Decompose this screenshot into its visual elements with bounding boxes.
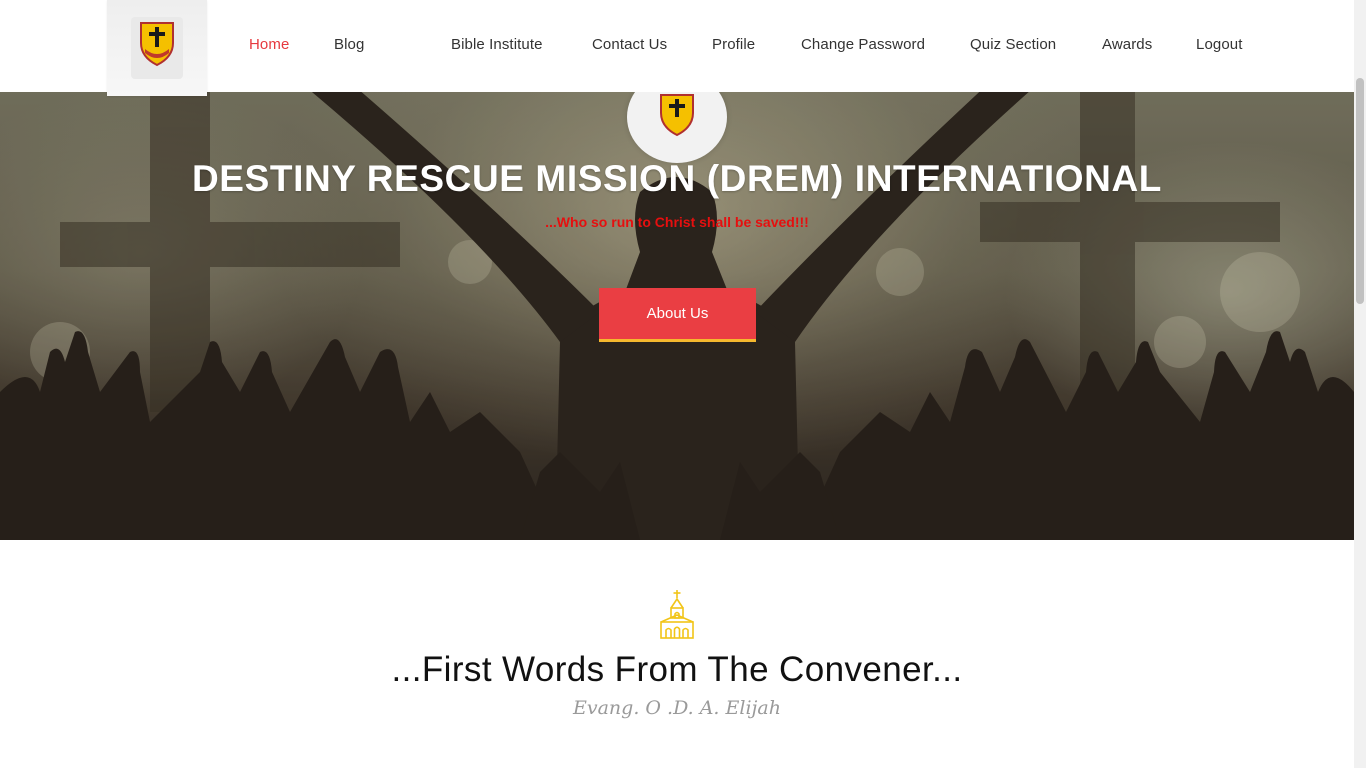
nav-home[interactable]: Home — [249, 36, 289, 53]
nav-bible-institute[interactable]: Bible Institute — [451, 36, 543, 53]
page-scrollbar[interactable] — [1354, 0, 1366, 768]
nav-change-password[interactable]: Change Password — [801, 36, 925, 53]
hero-banner: DESTINY RESCUE MISSION (DREM) INTERNATIO… — [0, 92, 1354, 540]
shield-logo-icon — [660, 94, 694, 137]
about-us-button[interactable]: About Us — [599, 288, 756, 342]
scrollbar-thumb[interactable] — [1356, 78, 1364, 304]
nav-quiz-section[interactable]: Quiz Section — [970, 36, 1056, 53]
church-icon — [660, 590, 694, 639]
site-header: Home Blog Bible Institute Contact Us Pro… — [0, 0, 1354, 96]
nav-logout[interactable]: Logout — [1196, 36, 1242, 53]
nav-contact-us[interactable]: Contact Us — [592, 36, 667, 53]
nav-awards[interactable]: Awards — [1102, 36, 1152, 53]
hero-tagline: ...Who so run to Christ shall be saved!!… — [545, 214, 809, 230]
section-subtitle: Evang. O .D. A. Elijah — [573, 697, 781, 719]
section-title: ...First Words From The Convener... — [391, 650, 963, 689]
nav-profile[interactable]: Profile — [712, 36, 755, 53]
main-nav: Home Blog Bible Institute Contact Us Pro… — [0, 0, 1354, 92]
nav-blog[interactable]: Blog — [334, 36, 364, 53]
hero-title: DESTINY RESCUE MISSION (DREM) INTERNATIO… — [191, 158, 1163, 199]
